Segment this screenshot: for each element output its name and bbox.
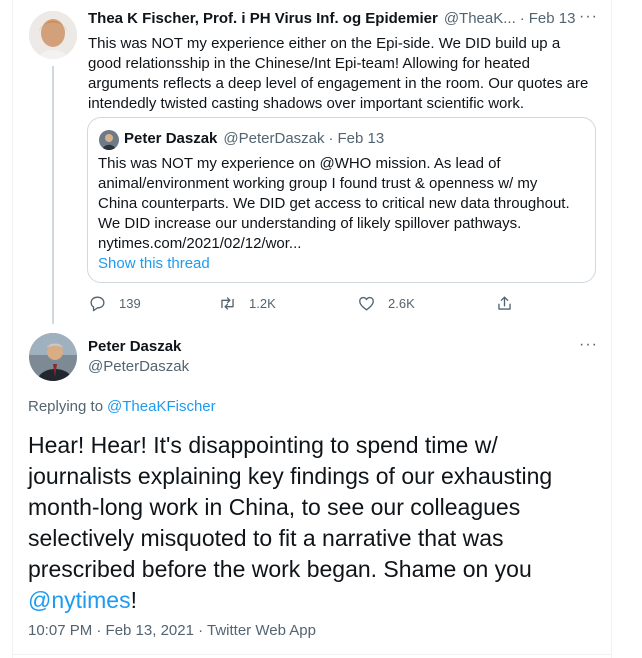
main-author-name[interactable]: Peter Daszak — [88, 338, 181, 355]
thread-line — [52, 66, 54, 324]
quote-tweet-header: Peter Daszak @PeterDaszak · Feb 13 — [124, 130, 384, 147]
replying-to-handle[interactable]: @TheaKFischer — [107, 398, 216, 415]
parent-author-avatar[interactable] — [29, 11, 77, 59]
quote-author-name: Peter Daszak — [124, 130, 218, 147]
replying-to: Replying to @TheaKFischer — [28, 398, 216, 415]
main-tweet-header: Peter Daszak — [88, 338, 181, 355]
replying-to-label: Replying to — [28, 398, 104, 415]
share-button[interactable] — [495, 294, 526, 313]
bottom-divider — [12, 654, 612, 655]
main-author-avatar[interactable] — [29, 333, 77, 381]
retweet-button[interactable]: 1.2K — [218, 294, 276, 313]
header-separator: · — [519, 10, 525, 27]
tweet-timestamp[interactable]: 10:07 PM · Feb 13, 2021 · Twitter Web Ap… — [28, 622, 316, 639]
share-icon — [498, 296, 511, 310]
retweet-icon — [221, 297, 234, 310]
like-icon — [359, 296, 374, 311]
retweet-count: 1.2K — [249, 296, 276, 311]
quote-author-handle: @PeterDaszak — [223, 130, 325, 147]
timestamp-text: 10:07 PM · Feb 13, 2021 · Twitter Web Ap… — [28, 622, 316, 639]
main-author-handle[interactable]: @PeterDaszak — [88, 358, 189, 375]
quote-tweet-text: This was NOT my experience on @WHO missi… — [98, 155, 570, 252]
main-author-handle-row: @PeterDaszak — [88, 358, 189, 375]
main-tweet-text: Hear! Hear! It's disappointing to spend … — [28, 430, 588, 616]
main-avatar-image — [29, 333, 77, 381]
like-button[interactable]: 2.6K — [357, 294, 415, 313]
reply-icon — [90, 296, 105, 312]
avatar-image — [29, 11, 77, 59]
parent-more-icon[interactable]: ··· — [579, 8, 598, 26]
quote-tweet-date: Feb 13 — [337, 130, 385, 147]
main-tweet-text-end: ! — [130, 587, 137, 613]
parent-author-handle[interactable]: @TheaK... — [444, 10, 516, 27]
parent-tweet-header: Thea K Fischer, Prof. i PH Virus Inf. og… — [88, 10, 575, 27]
parent-author-name[interactable]: Thea K Fischer, Prof. i PH Virus Inf. og… — [88, 10, 438, 27]
parent-tweet-text: This was NOT my experience either on the… — [88, 35, 589, 112]
reply-count: 139 — [119, 296, 141, 311]
quote-author-avatar — [99, 130, 119, 150]
show-thread-link[interactable]: Show this thread — [98, 254, 210, 274]
quote-header-separator: · — [328, 130, 334, 147]
main-tweet-body: Hear! Hear! It's disappointing to spend … — [28, 432, 553, 582]
reply-button[interactable]: 139 — [88, 294, 141, 313]
nytimes-mention-link[interactable]: @nytimes — [28, 587, 131, 613]
quote-avatar-image — [99, 130, 119, 150]
parent-tweet-date[interactable]: Feb 13 — [529, 10, 576, 27]
like-count: 2.6K — [388, 296, 415, 311]
main-more-icon[interactable]: ··· — [579, 336, 598, 354]
